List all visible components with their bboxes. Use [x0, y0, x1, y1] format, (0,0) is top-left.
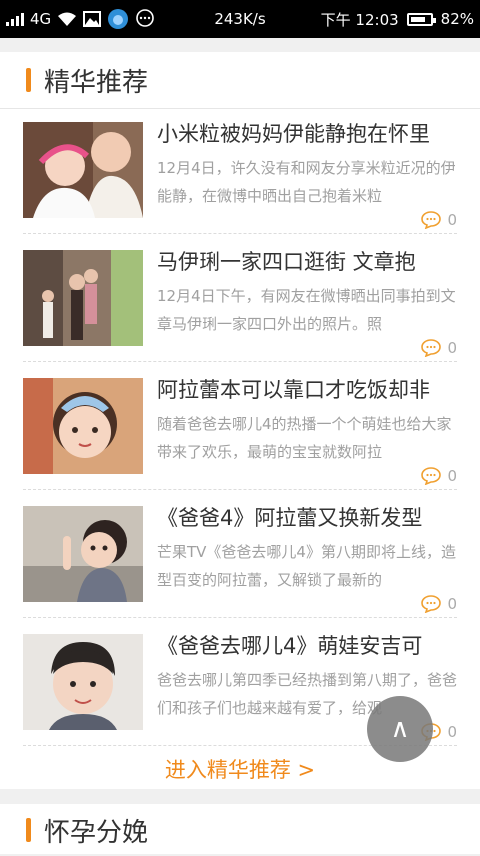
comment-count[interactable]: 0: [421, 595, 457, 613]
article-thumbnail: [23, 634, 143, 730]
comment-count[interactable]: 0: [421, 339, 457, 357]
section-title: 怀孕分娩: [44, 817, 149, 848]
article-summary: 随着爸爸去哪儿4的热播一个个萌娃也给大家带来了欢乐，最萌的宝宝就数阿拉: [157, 415, 452, 461]
article-item[interactable]: 马伊琍一家四口逛街 文章抱 12月4日下午，有网友在微博晒出同事拍到文章马伊琍一…: [23, 234, 457, 362]
article-summary: 12月4日，许久没有和网友分享米粒近况的伊能静，在微博中晒出自己抱着米粒: [157, 159, 456, 205]
article-title: 阿拉蕾本可以靠口才吃饭却非: [157, 378, 430, 402]
comment-count[interactable]: 0: [421, 467, 457, 485]
comment-icon: [421, 211, 442, 229]
comment-icon: [421, 467, 442, 485]
comment-number: 0: [447, 211, 457, 229]
featured-section: 精华推荐 小米粒被妈妈伊能静抱在怀里 12月4日，许久没有和网友分享米粒近况的伊…: [0, 52, 480, 789]
pregnancy-section: 怀孕分娩: [0, 804, 480, 854]
article-item[interactable]: 《爸爸4》阿拉蕾又换新发型 芒果TV《爸爸去哪儿4》第八期即将上线，造型百变的阿…: [23, 490, 457, 618]
section-header: 精华推荐: [0, 52, 480, 109]
article-summary: 12月4日下午，有网友在微博晒出同事拍到文章马伊琍一家四口外出的照片。照: [157, 287, 456, 333]
status-right: 下午 12:03 82%: [321, 0, 474, 38]
comment-number: 0: [447, 595, 457, 613]
section-accent-bar: [26, 818, 31, 842]
article-title: 马伊琍一家四口逛街 文章抱: [157, 250, 416, 274]
section-title: 精华推荐: [44, 67, 149, 98]
article-thumbnail: [23, 378, 143, 474]
status-bar: 4G 243K/s 下午 12:03 82%: [0, 0, 480, 38]
battery-percent: 82%: [440, 10, 474, 28]
comment-number: 0: [447, 723, 457, 741]
comment-number: 0: [447, 467, 457, 485]
comment-count[interactable]: 0: [421, 211, 457, 229]
article-item[interactable]: 小米粒被妈妈伊能静抱在怀里 12月4日，许久没有和网友分享米粒近况的伊能静，在微…: [23, 106, 457, 234]
article-summary: 芒果TV《爸爸去哪儿4》第八期即将上线，造型百变的阿拉蕾，又解锁了最新的: [157, 543, 456, 589]
article-title: 《爸爸4》阿拉蕾又换新发型: [157, 506, 423, 530]
section-accent-bar: [26, 68, 31, 92]
back-to-top-button[interactable]: ∧: [367, 696, 433, 762]
article-thumbnail: [23, 506, 143, 602]
section-header: 怀孕分娩: [0, 804, 480, 856]
comment-icon: [421, 595, 442, 613]
article-title: 小米粒被妈妈伊能静抱在怀里: [157, 122, 430, 146]
article-title: 《爸爸去哪儿4》萌娃安吉可: [157, 634, 423, 658]
comment-icon: [421, 339, 442, 357]
chevron-up-icon: ∧: [390, 714, 410, 744]
article-item[interactable]: 阿拉蕾本可以靠口才吃饭却非 随着爸爸去哪儿4的热播一个个萌娃也给大家带来了欢乐，…: [23, 362, 457, 490]
article-thumbnail: [23, 122, 143, 218]
clock: 下午 12:03: [320, 10, 399, 29]
comment-number: 0: [447, 339, 457, 357]
battery-icon: [406, 12, 436, 26]
article-thumbnail: [23, 250, 143, 346]
battery-fill: [410, 16, 426, 22]
